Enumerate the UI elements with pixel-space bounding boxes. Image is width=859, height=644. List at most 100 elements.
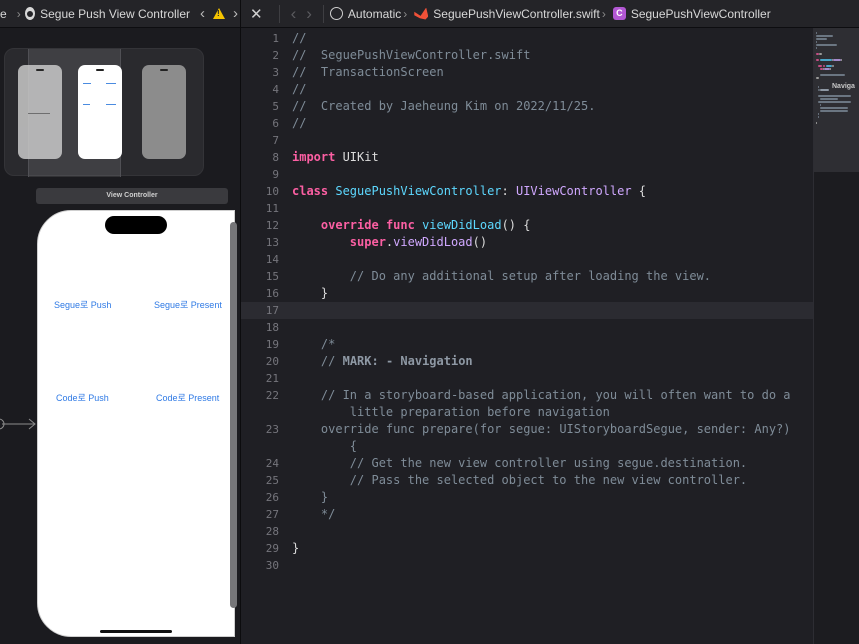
code-line-text: super.viewDidLoad() [292,234,487,251]
related-items-icon[interactable] [329,7,343,20]
breadcrumb-symbol[interactable]: SeguePushViewController [631,7,771,21]
code-line-text: // Pass the selected object to the new v… [292,472,747,489]
code-token-comment: // Pass the selected object to the new v… [349,473,748,487]
code-present-button[interactable]: Code로 Present [156,391,219,404]
code-line[interactable]: 23 override func prepare(for segue: UISt… [241,421,813,438]
code-token-comment: // [292,116,307,130]
close-editor-icon[interactable]: ✕ [250,5,263,23]
code-token-keyword: super [349,235,386,249]
storyboard-jump-bar: e › Segue Push View Controller ‹ › [0,0,240,28]
code-line[interactable]: 15 // Do any additional setup after load… [241,268,813,285]
code-line[interactable]: 28 [241,523,813,540]
code-line[interactable]: 16 } [241,285,813,302]
code-token-comment: // [292,82,307,96]
back-arrow-icon[interactable]: ‹ [291,5,297,22]
chevron-left-icon[interactable]: ‹ [200,5,205,22]
code-token-class: SeguePushViewController [335,184,502,198]
warning-icon[interactable] [213,8,225,19]
line-number: 5 [272,100,279,113]
view-controller-scene[interactable]: Segue로 Push Segue로 Present Code로 Push Co… [37,210,235,637]
code-line[interactable]: 2 // SeguePushViewController.swift [241,47,813,64]
forward-arrow-icon[interactable]: › [306,5,312,22]
code-line[interactable]: 10 class SeguePushViewController: UIViewC… [241,183,813,200]
entry-point-arrow-icon [0,418,36,430]
code-line-text: // Created by Jaeheung Kim on 2022/11/25… [292,98,595,115]
storyboard-canvas[interactable]: e › Segue Push View Controller ‹ › View … [0,0,241,644]
line-number: 26 [265,491,279,504]
code-line[interactable]: 30 [241,557,813,574]
minimap-line [823,65,825,67]
code-line[interactable]: 14 [241,251,813,268]
chevron-right-icon: › [601,6,606,21]
line-number: 11 [265,202,279,215]
minimap-line [816,35,833,37]
breadcrumb-file[interactable]: SeguePushViewController.swift [433,7,600,21]
code-token-keyword: override [320,218,379,232]
code-line[interactable]: 21 [241,370,813,387]
code-line[interactable]: 1 // [241,30,813,47]
line-number: 4 [272,83,279,96]
code-line[interactable]: 6 // [241,115,813,132]
code-push-button[interactable]: Code로 Push [56,391,109,404]
segue-present-button[interactable]: Segue로 Present [154,298,222,311]
line-number: 21 [265,372,279,385]
scene-title-bar[interactable]: View Controller [36,188,228,204]
line-number: 22 [265,389,279,402]
thumbnail-content [106,83,116,84]
code-line[interactable]: 27 */ [241,506,813,523]
code-line[interactable]: 17 [241,302,813,319]
code-line-text: // [292,30,306,47]
storyboard-scene-title[interactable]: Segue Push View Controller [40,7,190,21]
code-line[interactable]: 29} [241,540,813,557]
code-token-comment: // Created by Jaeheung Kim on 2022/11/25… [292,99,596,113]
navigation-flow-thumbnails[interactable] [4,48,204,177]
line-number: 17 [265,304,279,317]
code-line[interactable]: 7 [241,132,813,149]
code-line[interactable]: 24 // Get the new view controller using … [241,455,813,472]
code-line[interactable]: 9 [241,166,813,183]
thumbnail-content [28,113,50,114]
chevron-right-icon[interactable]: › [233,5,238,22]
code-line[interactable]: 5 // Created by Jaeheung Kim on 2022/11/2… [241,98,813,115]
minimap-visible-region[interactable] [814,28,859,172]
code-line[interactable]: 25 // Pass the selected object to the ne… [241,472,813,489]
code-line[interactable]: 13 super.viewDidLoad() [241,234,813,251]
code-token-plain: () [472,235,488,249]
code-line[interactable]: 4 // [241,81,813,98]
breadcrumb-scheme[interactable]: Automatic [348,7,401,21]
code-line[interactable]: 3 // TransactionScreen [241,64,813,81]
code-line[interactable]: 26 } [241,489,813,506]
code-line[interactable]: 22 // In a storyboard-based application,… [241,387,813,404]
code-line[interactable]: 18 [241,319,813,336]
code-token-plain: UIKit [335,150,379,164]
jump-bar-previous-item[interactable]: e [0,7,7,21]
code-token-type: viewDidLoad [393,235,473,249]
code-line-text: // MARK: - Navigation [292,353,473,370]
code-line[interactable]: { [241,438,813,455]
code-token-comment: little preparation before navigation [349,405,610,419]
code-line[interactable]: little preparation before navigation [241,404,813,421]
code-line[interactable]: 19 /* [241,336,813,353]
minimap-line [833,59,841,61]
canvas-scrollbar[interactable] [230,222,237,608]
code-text-area[interactable]: 1 // 2 // SeguePushViewController.swift 3 // … [241,28,813,644]
scene-thumbnail-segue-push[interactable] [78,65,122,159]
code-line[interactable]: 20 // MARK: - Navigation [241,353,813,370]
segue-push-button[interactable]: Segue로 Push [54,298,111,311]
code-line[interactable]: 8 import UIKit [241,149,813,166]
code-line[interactable]: 12 override func viewDidLoad() { [241,217,813,234]
code-line-text: // [292,81,306,98]
source-editor[interactable]: ✕ ‹ › Automatic › SeguePushViewControlle… [241,0,859,644]
line-number: 15 [265,270,279,283]
code-line[interactable]: 11 [241,200,813,217]
minimap[interactable]: Naviga [813,28,859,644]
line-number: 13 [265,236,279,249]
thumbnail-notch [96,69,104,71]
scene-thumbnail-root[interactable] [18,65,62,159]
scene-thumbnail-detail[interactable] [142,65,186,159]
